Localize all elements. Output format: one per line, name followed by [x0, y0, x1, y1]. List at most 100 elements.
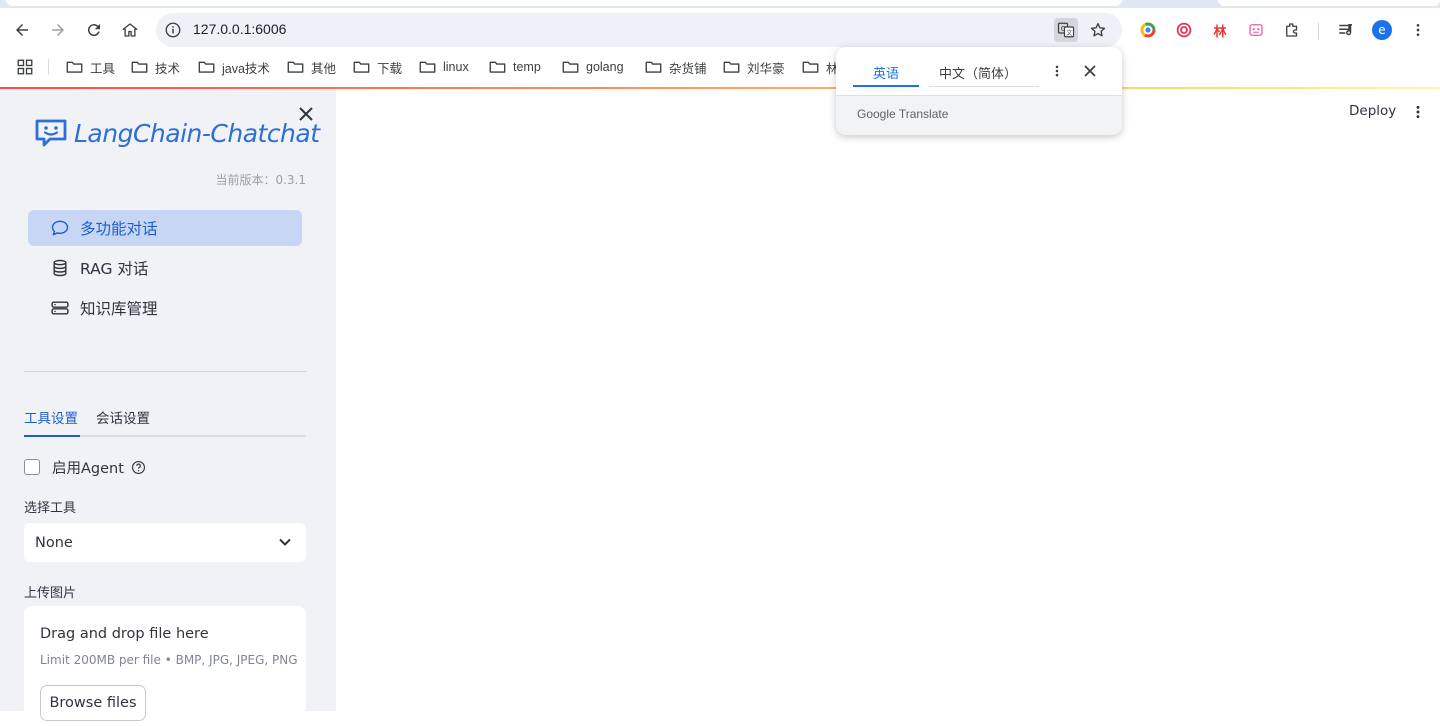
- active-tab-indicator: [24, 435, 80, 437]
- profile-initial: e: [1378, 23, 1386, 37]
- star-icon: [1090, 22, 1106, 37]
- target-icon: [1176, 22, 1192, 38]
- bookmark-label: golang: [586, 60, 624, 74]
- home-button[interactable]: [116, 16, 144, 44]
- folder-icon: [489, 61, 506, 73]
- server-icon: [51, 301, 69, 315]
- bookmark-label: java技术: [222, 61, 270, 76]
- extension-chrome-colored[interactable]: [1136, 18, 1160, 42]
- avatar: e: [1372, 20, 1392, 40]
- enable-agent-checkbox[interactable]: [24, 459, 40, 475]
- bookmark-folder[interactable]: linux: [419, 57, 469, 77]
- colored-ring-icon: [1140, 22, 1156, 38]
- svg-text:文: 文: [1066, 29, 1072, 37]
- tab-session-settings[interactable]: 会话设置: [96, 407, 150, 437]
- kebab-menu-icon: [1416, 105, 1420, 119]
- folder-icon: [198, 61, 215, 73]
- extensions-button[interactable]: [1280, 18, 1304, 42]
- translate-options-button[interactable]: [1048, 62, 1066, 80]
- bookmark-folder[interactable]: 技术: [131, 57, 180, 77]
- tab-strip: [0, 0, 1440, 8]
- browser-toolbar: 127.0.0.1:6006 G文 林 e: [0, 8, 1440, 52]
- bookmark-label: 其他: [311, 61, 337, 76]
- address-bar[interactable]: 127.0.0.1:6006 G文: [156, 13, 1122, 47]
- media-icon: [1339, 24, 1352, 36]
- logo-text: LangChain-Chatchat: [74, 118, 320, 148]
- profile-button[interactable]: e: [1370, 18, 1394, 42]
- menu-item-knowledge-base[interactable]: 知识库管理: [28, 290, 302, 326]
- browser-menu-button[interactable]: [1406, 18, 1430, 42]
- info-icon[interactable]: [164, 21, 182, 39]
- dropzone-title: Drag and drop file here: [40, 626, 209, 642]
- kebab-menu-icon: [1416, 24, 1420, 36]
- main-menu-button[interactable]: [1408, 102, 1428, 122]
- media-controls-button[interactable]: [1334, 18, 1358, 42]
- forward-button[interactable]: [44, 16, 72, 44]
- lin-ext-label: 林: [1213, 24, 1227, 40]
- menu-item-rag-chat[interactable]: RAG 对话: [28, 250, 302, 286]
- target-language-tab[interactable]: 中文（简体）: [929, 59, 1039, 87]
- bookmark-star-button[interactable]: [1086, 18, 1110, 42]
- help-icon[interactable]: [131, 460, 146, 475]
- toolbar-separator: [1318, 22, 1319, 40]
- tool-select-value: None: [35, 534, 73, 551]
- menu-item-label: RAG 对话: [80, 260, 149, 278]
- translate-popup: 英语 中文（简体） Google Translate: [836, 47, 1122, 135]
- tool-select[interactable]: None: [24, 523, 306, 562]
- bookmark-folder[interactable]: 工具: [66, 57, 115, 77]
- browse-files-button[interactable]: Browse files: [40, 685, 146, 721]
- app-logo: LangChain-Chatchat: [34, 113, 320, 153]
- menu-item-label: 知识库管理: [80, 300, 158, 318]
- enable-agent-label[interactable]: 启用Agent: [52, 457, 124, 478]
- bookmark-label: temp: [513, 60, 541, 74]
- pink-face-icon: [1249, 24, 1263, 36]
- tab-tool-settings[interactable]: 工具设置: [24, 407, 78, 437]
- kebab-menu-icon: [1055, 65, 1059, 77]
- dropzone-limit: Limit 200MB per file • BMP, JPG, JPEG, P…: [40, 653, 298, 667]
- bookmark-label: 技术: [155, 61, 181, 76]
- deploy-button[interactable]: Deploy: [1349, 103, 1396, 119]
- reload-icon: [87, 24, 100, 37]
- bookmark-folder[interactable]: 下载: [353, 57, 402, 77]
- extension-lin[interactable]: 林: [1208, 18, 1232, 42]
- bookmark-folder[interactable]: java技术: [198, 57, 270, 77]
- back-icon: [16, 24, 28, 36]
- extension-pink[interactable]: [1244, 18, 1268, 42]
- translate-icon: G文: [1057, 22, 1075, 38]
- sidebar-divider: [24, 371, 306, 372]
- reload-button[interactable]: [80, 16, 108, 44]
- bookmark-folder[interactable]: 杂货铺: [645, 57, 707, 77]
- translate-button[interactable]: G文: [1054, 18, 1078, 42]
- apps-icon: [17, 59, 33, 75]
- bookmark-folder[interactable]: 其他: [287, 57, 336, 77]
- source-language-tab[interactable]: 英语: [853, 59, 919, 87]
- folder-icon: [353, 61, 370, 73]
- bookmark-folder[interactable]: golang: [562, 57, 624, 77]
- url-text[interactable]: 127.0.0.1:6006: [193, 21, 286, 37]
- translate-close-button[interactable]: [1081, 62, 1099, 80]
- bookmark-folder[interactable]: temp: [489, 57, 541, 77]
- settings-tabs: 工具设置 会话设置: [24, 403, 306, 437]
- back-button[interactable]: [8, 16, 36, 44]
- extension-red-target[interactable]: [1172, 18, 1196, 42]
- bookmark-label: 杂货铺: [669, 61, 707, 76]
- bookmark-folder[interactable]: 刘华豪: [723, 57, 785, 77]
- active-tab[interactable]: [6, 0, 1122, 6]
- folder-icon: [66, 61, 83, 73]
- sidebar: LangChain-Chatchat 当前版本：0.3.1 多功能对话 RAG …: [0, 89, 336, 726]
- home-icon: [122, 23, 138, 37]
- file-dropzone[interactable]: Drag and drop file here Limit 200MB per …: [24, 606, 306, 726]
- folder-icon: [802, 61, 819, 73]
- menu-item-multifunction-chat[interactable]: 多功能对话: [28, 210, 302, 246]
- bookmark-label: linux: [443, 60, 469, 74]
- bookmark-label: 下载: [377, 61, 403, 76]
- apps-button[interactable]: [16, 57, 41, 77]
- folder-icon: [645, 61, 662, 73]
- chat-logo-icon: [35, 119, 67, 147]
- bookmark-label: 刘华豪: [747, 61, 785, 76]
- folder-icon: [562, 61, 579, 73]
- bookmark-folder[interactable]: 林: [802, 57, 839, 77]
- bookmark-label: 工具: [90, 61, 116, 76]
- chevron-down-icon: [279, 538, 291, 546]
- chat-bubble-icon: [51, 220, 69, 236]
